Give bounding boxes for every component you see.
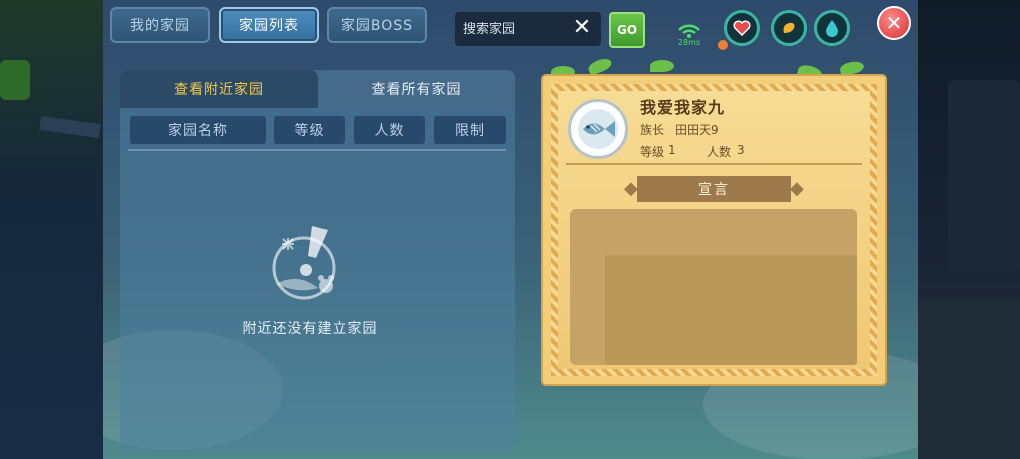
- leaf-decoration: [650, 60, 674, 72]
- member-count-value: 3: [737, 143, 745, 157]
- tab-home-boss[interactable]: 家园BOSS: [327, 7, 427, 43]
- search-input[interactable]: [463, 21, 563, 37]
- home-emblem: [568, 99, 628, 159]
- tab-home-list[interactable]: 家园列表: [219, 7, 319, 43]
- empty-state-text: 附近还没有建立家园: [242, 321, 378, 337]
- tab-my-home[interactable]: 我的家园: [110, 7, 210, 43]
- column-header-name[interactable]: 家园名称: [130, 116, 266, 144]
- ping-text: 28ms: [677, 38, 701, 47]
- wifi-icon: 28ms: [676, 20, 702, 48]
- close-button[interactable]: ✕: [877, 6, 911, 40]
- divider: [128, 149, 506, 151]
- ribbon-left-ornament-icon: ◆: [624, 178, 638, 199]
- leader-name: 田田天9: [675, 123, 719, 137]
- background-left: [0, 0, 103, 459]
- water-drop-icon: [814, 10, 850, 46]
- tab-all-homes[interactable]: 查看所有家园: [318, 70, 515, 108]
- manifesto-title: 宣言: [637, 176, 791, 202]
- ribbon-right-ornament-icon: ◆: [790, 178, 804, 199]
- column-header-count[interactable]: 人数: [354, 116, 425, 144]
- search-bar: ✕: [455, 12, 601, 46]
- column-header-limit[interactable]: 限制: [434, 116, 506, 144]
- go-button[interactable]: GO: [609, 12, 645, 48]
- clear-search-icon[interactable]: ✕: [571, 17, 593, 39]
- background-right: [918, 0, 1020, 459]
- level-value: 1: [668, 143, 676, 157]
- background-foliage: [0, 60, 30, 100]
- status-marker-icon: [718, 40, 728, 50]
- background-ground: [918, 300, 1020, 459]
- member-count-label: 人数: [707, 145, 732, 159]
- empty-state-icon: [268, 222, 348, 304]
- home-name: 我爱我家九: [640, 98, 726, 117]
- background-pillar: [948, 80, 1020, 270]
- fish-icon: [578, 109, 618, 149]
- card-divider: [566, 163, 862, 165]
- background-beam: [39, 115, 101, 139]
- column-header-level[interactable]: 等级: [274, 116, 345, 144]
- manifesto-text: [605, 255, 857, 365]
- heart-icon: [724, 10, 760, 46]
- leader-label: 族长: [640, 123, 665, 137]
- tab-nearby-homes[interactable]: 查看附近家园: [120, 70, 318, 108]
- hunger-icon: [771, 10, 807, 46]
- level-label: 等级: [640, 145, 665, 159]
